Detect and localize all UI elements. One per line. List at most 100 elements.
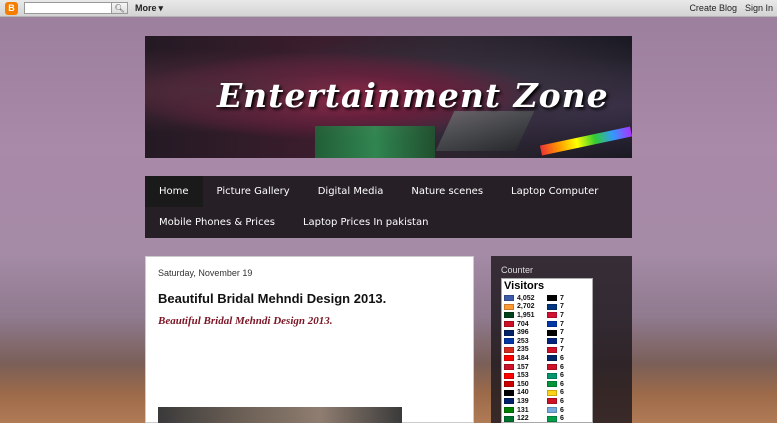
visitor-count: 157 [517,363,529,371]
blog-header-banner[interactable]: Entertainment Zone [145,36,632,158]
tab-home[interactable]: Home [145,176,203,207]
visitor-count-row: 2,702 [504,303,535,312]
visitor-count-row: 6 [547,414,564,423]
visitor-count: 7 [560,346,564,354]
visitor-count-row: 184 [504,354,535,363]
visitor-count-row: 7 [547,337,564,346]
visitor-count-row: 7 [547,346,564,355]
tab-row: Mobile Phones & Prices Laptop Prices In p… [145,207,632,238]
visitor-count: 6 [560,380,564,388]
visitor-count: 153 [517,372,529,380]
more-label: More [135,3,157,13]
search-input[interactable] [24,2,112,14]
visitor-count-row: 7 [547,320,564,329]
visitor-count: 131 [517,406,529,414]
visitor-count-row: 140 [504,389,535,398]
rainbow-decoration [539,126,632,156]
visitor-count: 6 [560,363,564,371]
country-flag-icon [547,303,557,310]
country-flag-icon [504,321,514,328]
visitor-count-row: 6 [547,380,564,389]
more-menu-button[interactable]: More ▾ [135,3,163,14]
visitor-count-row: 6 [547,371,564,380]
country-flag-icon [547,355,557,362]
country-flag-icon [547,372,557,379]
visitor-count: 6 [560,354,564,362]
flag-counter-widget[interactable]: Visitors 4,052 2,702 1,951 704 396 253 235 184 1… [501,278,593,423]
country-flag-icon [547,398,557,405]
visitor-count: 7 [560,337,564,345]
header-decoration [315,126,435,158]
visitor-count-row: 235 [504,346,535,355]
page-tabs: Home Picture Gallery Digital Media Nature s… [145,176,632,238]
country-flag-icon [547,364,557,371]
visitor-count: 4,052 [517,294,535,302]
sidebar: Counter Visitors 4,052 2,702 1,951 704 396 25… [491,256,632,423]
visitor-count: 6 [560,372,564,380]
tab-mobile-phones-prices[interactable]: Mobile Phones & Prices [145,207,289,238]
tab-picture-gallery[interactable]: Picture Gallery [203,176,304,207]
visitor-count: 7 [560,329,564,337]
visitor-count: 253 [517,337,529,345]
visitor-count-row: 131 [504,406,535,415]
visitor-count: 184 [517,354,529,362]
visitor-count: 235 [517,346,529,354]
country-flag-icon [547,407,557,414]
visitor-count: 150 [517,380,529,388]
tab-nature-scenes[interactable]: Nature scenes [397,176,497,207]
visitor-count-row: 157 [504,363,535,372]
visitor-count: 1,951 [517,311,535,319]
country-flag-icon [504,364,514,371]
country-flag-icon [547,321,557,328]
country-flag-icon [547,295,557,302]
visitor-count-row: 704 [504,320,535,329]
visitor-count: 6 [560,415,564,423]
post-subtitle: Beautiful Bridal Mehndi Design 2013. [158,315,333,327]
visitor-count: 704 [517,320,529,328]
caret-down-icon: ▾ [158,2,164,13]
tab-laptop-computer[interactable]: Laptop Computer [497,176,612,207]
visitor-count-row: 7 [547,303,564,312]
search-icon[interactable]: 🔍︎ [112,2,128,14]
visitor-count-row: 7 [547,294,564,303]
visitor-count: 6 [560,397,564,405]
visitor-count: 6 [560,389,564,397]
blogger-logo-icon[interactable]: B [5,1,18,15]
visitor-count-row: 6 [547,354,564,363]
post-title[interactable]: Beautiful Bridal Mehndi Design 2013. [158,291,386,306]
visitor-count: 7 [560,320,564,328]
country-flag-icon [504,295,514,302]
visitor-count: 140 [517,389,529,397]
post-date: Saturday, November 19 [158,268,253,278]
country-flag-icon [547,329,557,336]
post-image [158,407,402,423]
country-flag-icon [547,415,557,422]
visitor-count: 7 [560,303,564,311]
country-flag-icon [504,407,514,414]
visitor-count-row: 7 [547,328,564,337]
visitor-count: 122 [517,415,529,423]
country-flag-icon [504,389,514,396]
tab-laptop-prices-in-pakistan[interactable]: Laptop Prices In pakistan [289,207,443,238]
visitor-count-row: 6 [547,397,564,406]
visitors-heading: Visitors [504,280,545,292]
country-flag-icon [504,338,514,345]
country-flag-icon [547,389,557,396]
visitor-count-row: 6 [547,389,564,398]
visitor-count-row: 396 [504,328,535,337]
country-flag-icon [547,312,557,319]
country-flag-icon [504,372,514,379]
visitor-count-row: 139 [504,397,535,406]
visitor-count: 7 [560,294,564,302]
visitor-column: 777777766666666 [547,294,564,423]
country-flag-icon [547,338,557,345]
visitor-count-row: 6 [547,363,564,372]
tab-digital-media[interactable]: Digital Media [304,176,398,207]
counter-widget-title: Counter [501,265,534,275]
visitor-count-row: 4,052 [504,294,535,303]
sign-in-link[interactable]: Sign In [745,3,773,13]
tab-row: Home Picture Gallery Digital Media Nature s… [145,176,632,207]
visitor-count: 7 [560,311,564,319]
country-flag-icon [504,303,514,310]
create-blog-link[interactable]: Create Blog [689,3,737,13]
